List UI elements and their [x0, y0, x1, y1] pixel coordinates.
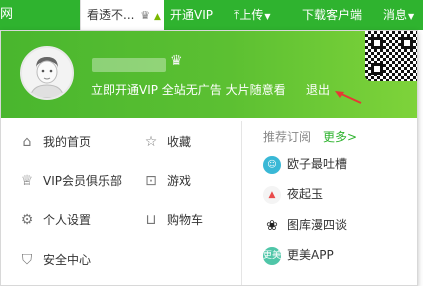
- message-menu[interactable]: 消息▼: [383, 0, 414, 30]
- subscription-label: 图库漫四谈: [287, 218, 348, 232]
- menu-item-cart[interactable]: ⊔ 购物车: [143, 208, 203, 232]
- subscription-label: 夜起玉: [287, 187, 324, 201]
- channel-avatar-icon: 更美: [263, 246, 281, 265]
- star-icon: ☆: [144, 134, 158, 150]
- site-name-fragment[interactable]: 网: [0, 0, 13, 30]
- channel-avatar-icon: ☺: [263, 155, 281, 174]
- subscriptions-title: 推荐订阅: [263, 130, 312, 144]
- menu-item-label: 购物车: [167, 213, 204, 227]
- cart-icon: ⊔: [145, 212, 157, 228]
- avatar[interactable]: [20, 46, 74, 100]
- shield-icon: ⛉: [21, 252, 33, 268]
- subscription-label: 更美APP: [287, 248, 334, 262]
- menu-item-settings[interactable]: ⚙ 个人设置: [19, 208, 91, 232]
- gear-icon: ⚙: [20, 212, 34, 228]
- menu-item-label: 游戏: [167, 174, 192, 188]
- paw-icon: ❀: [263, 216, 281, 235]
- message-label: 消息: [383, 8, 408, 22]
- menu-item-security[interactable]: ⛉ 安全中心: [19, 248, 91, 272]
- menu-item-label: 安全中心: [43, 253, 92, 267]
- subscription-item[interactable]: ▲ 夜起玉: [263, 183, 323, 205]
- account-menu: ⌂ 我的首页 ☆ 收藏 ♕ VIP会员俱乐部 ⊡ 游戏 ⚙ 个人设置 ⊔ 购物车 ⛉ 安全中心: [1, 118, 241, 286]
- username-placeholder: [92, 58, 166, 72]
- subscription-label: 欧子最吐槽: [287, 157, 348, 171]
- channel-avatar-icon: ▲: [263, 185, 281, 204]
- user-dropdown-panel: ♛ 立即开通VIP 全站无广告 大片随意看 退出 ⌂ 我的首页 ☆ 收藏 ♕ VIP会…: [0, 30, 418, 286]
- user-menu-trigger[interactable]: 看透不... ♛ ▲: [80, 0, 164, 30]
- subscription-item[interactable]: ❀ 图库漫四谈: [263, 214, 347, 236]
- menu-item-label: 我的首页: [43, 135, 92, 149]
- menu-item-label: 个人设置: [43, 213, 92, 227]
- menu-item-vip-club[interactable]: ♕ VIP会员俱乐部: [19, 169, 122, 193]
- caret-down-icon: ▼: [408, 12, 415, 21]
- menu-item-label: VIP会员俱乐部: [43, 174, 122, 188]
- subscriptions-more-link[interactable]: 更多>: [323, 128, 357, 145]
- qr-code-icon: [365, 31, 417, 81]
- subscription-item[interactable]: 更美 更美APP: [263, 244, 334, 266]
- vip-crown-icon: ♛: [170, 53, 183, 69]
- menu-item-label: 收藏: [167, 135, 192, 149]
- gamepad-icon: ⊡: [145, 173, 157, 189]
- vip-crown-icon: ♛: [140, 9, 151, 22]
- download-client-link[interactable]: 下载客户端: [302, 0, 362, 30]
- caret-up-icon: ▲: [153, 12, 161, 22]
- menu-item-favorites[interactable]: ☆ 收藏: [143, 130, 191, 154]
- crown-icon: ♕: [20, 173, 34, 189]
- open-vip-link[interactable]: 开通VIP: [170, 0, 213, 30]
- home-icon: ⌂: [22, 134, 32, 150]
- menu-item-home[interactable]: ⌂ 我的首页: [19, 130, 91, 154]
- top-nav-bar: 网 看透不... ♛ ▲ 开通VIP ⤒上传▼ 下载客户端 消息▼: [0, 0, 423, 30]
- column-divider: [241, 121, 242, 285]
- annotation-arrow-icon: [335, 91, 362, 104]
- caret-down-icon: ▼: [264, 12, 271, 21]
- vip-promo-link[interactable]: 立即开通VIP 全站无广告 大片随意看: [91, 81, 286, 98]
- username-label: 看透不...: [87, 8, 135, 22]
- upload-menu[interactable]: ⤒上传▼: [234, 0, 270, 30]
- subscription-item[interactable]: ☺ 欧子最吐槽: [263, 153, 347, 175]
- menu-item-games[interactable]: ⊡ 游戏: [143, 169, 191, 193]
- logout-link[interactable]: 退出: [306, 81, 330, 98]
- upload-label: 上传: [239, 8, 264, 22]
